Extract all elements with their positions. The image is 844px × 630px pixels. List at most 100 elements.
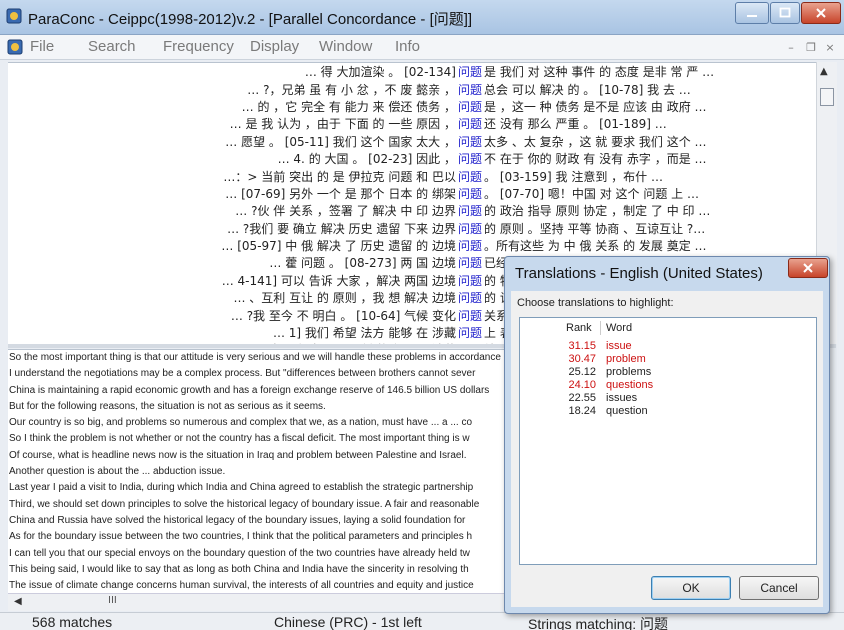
left-context: … 的 ，它 完全 有 能力 来 偿还 债务 ， (241, 99, 456, 114)
search-term: 问题 (458, 256, 483, 271)
translation-line[interactable]: I can tell you that our special envoys o… (8, 546, 508, 562)
right-context: 是 我们 对 这种 事件 的 态度 是非 常 严 … (484, 65, 715, 80)
scroll-left-icon[interactable]: ◀ (14, 596, 22, 607)
rank-value: 24.10 (568, 379, 596, 391)
word-value: problems (606, 366, 652, 378)
concordance-line[interactable]: … 愿望 。 [05-11] 我们 这个 国家 太大 ，问题 太多 、太 复杂 ，… (8, 133, 816, 150)
concordance-line[interactable]: … ?，兄弟 虽 有 小 忿 ，不 废 懿亲 ，问题 总会 可以 解决 的 。 [… (8, 80, 816, 97)
left-context: … 愿望 。 [05-11] 我们 这个 国家 太大 ， (225, 134, 456, 149)
left-context: … 1] 我们 希望 法方 能够 在 涉藏 (272, 326, 456, 341)
translation-row[interactable]: 30.47 problem (520, 353, 816, 366)
rank-value: 22.55 (568, 392, 596, 404)
search-term: 问题 (458, 169, 483, 184)
dialog-close-button[interactable] (788, 258, 828, 278)
right-context: 是 ，这一 种 债务 是不是 应该 由 政府 … (484, 99, 707, 114)
scroll-up-icon[interactable]: ▲ (820, 66, 828, 77)
left-context: … ?我们 要 确立 解决 历史 遗留 下来 边界 (227, 221, 456, 236)
status-strings: Strings matching: 问题 (528, 616, 669, 630)
close-button[interactable] (801, 2, 841, 24)
scroll-grip[interactable]: III (108, 595, 117, 606)
search-term: 问题 (458, 326, 483, 341)
translation-line[interactable]: As for the boundary issue between the tw… (8, 529, 508, 545)
translation-row[interactable]: 24.10 questions (520, 379, 816, 392)
left-context: … [05-97] 中 俄 解决 了 历史 遗留 的 边境 (221, 239, 456, 254)
right-context: 。所有这些 为 中 俄 关系 的 发展 奠定 … (484, 239, 707, 254)
mdi-minimize-button[interactable]: – (784, 41, 798, 55)
restore-icon: ❐ (806, 41, 816, 54)
menu-file[interactable]: File (30, 38, 54, 55)
left-context: … ?，兄弟 虽 有 小 忿 ，不 废 懿亲 ， (247, 82, 456, 97)
concordance-line[interactable]: … [07-69] 另外 一个 是 那个 日本 的 绑架 问题。 [07-70] … (8, 185, 816, 202)
right-context: 。 [07-70] 嗯！中国 对 这个 问题 上 … (484, 186, 699, 201)
menu-display[interactable]: Display (250, 38, 299, 55)
translation-line[interactable]: So the most important thing is that our … (8, 350, 508, 366)
concordance-line[interactable]: … 的 ，它 完全 有 能力 来 偿还 债务 ，问题是 ，这一 种 债务 是不是… (8, 98, 816, 115)
rank-value: 18.24 (568, 405, 596, 417)
minimize-button[interactable] (735, 2, 769, 24)
left-context: … 是 我 认为 ，由于 下面 的 一些 原因 ， (229, 117, 456, 132)
translation-line[interactable]: Our country is so big, and problems so n… (8, 415, 508, 431)
menu-window[interactable]: Window (319, 38, 372, 55)
translation-line[interactable]: Last year I paid a visit to India, durin… (8, 480, 508, 496)
column-header-rank[interactable]: Rank (566, 322, 592, 334)
word-value: problem (606, 353, 646, 365)
word-value: issue (606, 340, 632, 352)
translation-row[interactable]: 18.24 question (520, 405, 816, 418)
left-context: … ?伙 伴 关系 ，签署 了 解决 中 印 边界 (235, 204, 456, 219)
document-icon[interactable] (7, 39, 23, 55)
horizontal-scrollbar[interactable]: ◀ III (8, 593, 508, 611)
menu-frequency[interactable]: Frequency (163, 38, 234, 55)
menu-info[interactable]: Info (395, 38, 420, 55)
translations-list[interactable]: Rank Word 31.15 issue 30.47 problem 25.12 pro… (519, 317, 817, 565)
column-header-word[interactable]: Word (606, 322, 632, 334)
left-context: … ?我 至今 不 明白 。 [10-64] 气候 变化 (230, 308, 456, 323)
concordance-line[interactable]: … 得 大加渲染 。 [02-134] 问题是 我们 对 这种 事件 的 态度 是… (8, 63, 816, 80)
word-value: question (606, 405, 648, 417)
status-matches: 568 matches (32, 614, 113, 630)
concordance-line[interactable]: … 4. 的 大国 。 [02-23] 因此 ，问题不 在于 你的 财政 有 没… (8, 150, 816, 167)
translation-line[interactable]: China is maintaining a rapid economic gr… (8, 383, 508, 399)
translation-row[interactable]: 31.15 issue (520, 340, 816, 353)
close-icon (803, 263, 813, 273)
mdi-restore-button[interactable]: ❐ (804, 41, 818, 55)
translation-line[interactable]: Another question is about the ... abduct… (8, 464, 508, 480)
concordance-line[interactable]: … ?伙 伴 关系 ，签署 了 解决 中 印 边界 问题的 政治 指导 原则 协定… (8, 202, 816, 219)
concordance-line[interactable]: … 是 我 认为 ，由于 下面 的 一些 原因 ，问题还 没有 那么 严重 。 … (8, 115, 816, 132)
right-context: 太多 、太 复杂 ，这 就 要求 我们 这个 … (484, 134, 707, 149)
window-title: ParaConc - Ceippc(1998-2012)v.2 - [Paral… (28, 11, 473, 28)
cancel-button[interactable]: Cancel (739, 576, 819, 600)
scroll-thumb[interactable] (820, 88, 834, 106)
dialog-prompt: Choose translations to highlight: (517, 297, 674, 309)
left-context: … [07-69] 另外 一个 是 那个 日本 的 绑架 (225, 186, 456, 201)
translation-line[interactable]: The issue of climate change concerns hum… (8, 578, 508, 594)
menu-search[interactable]: Search (88, 38, 136, 55)
translation-pane[interactable]: So the most important thing is that our … (8, 349, 508, 594)
concordance-line[interactable]: … [05-97] 中 俄 解决 了 历史 遗留 的 边境 问题 。所有这些 为 中… (8, 237, 816, 254)
translation-line[interactable]: So I think the problem is not whether or… (8, 431, 508, 447)
rank-value: 25.12 (568, 366, 596, 378)
right-context: 不 在于 你的 财政 有 没有 赤字 ，而是 … (484, 152, 707, 167)
translation-line[interactable]: China and Russia have solved the histori… (8, 513, 508, 529)
right-context: 的 原则 。坚持 平等 协商 、互谅互让 ?… (484, 221, 706, 236)
title-bar: ParaConc - Ceippc(1998-2012)v.2 - [Paral… (0, 0, 844, 35)
maximize-button[interactable] (770, 2, 800, 24)
search-term: 问题 (458, 99, 483, 114)
search-term: 问题 (458, 117, 483, 132)
ok-button[interactable]: OK (651, 576, 731, 600)
search-term: 问题 (458, 65, 483, 80)
right-context: 还 没有 那么 严重 。 [01-189] … (484, 117, 667, 132)
translation-line[interactable]: I understand the negotiations may be a c… (8, 366, 508, 382)
status-language: Chinese (PRC) - 1st left (274, 614, 422, 630)
translation-row[interactable]: 25.12 problems (520, 366, 816, 379)
concordance-line[interactable]: … ?我们 要 确立 解决 历史 遗留 下来 边界 问题的 原则 。坚持 平等 协… (8, 220, 816, 237)
search-term: 问题 (458, 239, 483, 254)
translation-line[interactable]: This being said, I would like to say tha… (8, 562, 508, 578)
translation-line[interactable]: Of course, what is headline news now is … (8, 448, 508, 464)
translation-row[interactable]: 22.55 issues (520, 392, 816, 405)
concordance-line[interactable]: …：> 当前 突出 的 是 伊拉克 问题 和 巴以 问题。 [03-159] 我 … (8, 167, 816, 184)
mdi-close-button[interactable]: × (823, 41, 837, 55)
translation-line[interactable]: Third, we should set down principles to … (8, 497, 508, 513)
translation-line[interactable]: But for the following reasons, the situa… (8, 399, 508, 415)
right-context: 总会 可以 解决 的 。 [10-78] 我 去 … (484, 82, 691, 97)
left-context: … 藿 问题 。 [08-273] 两 国 边境 (269, 256, 456, 271)
